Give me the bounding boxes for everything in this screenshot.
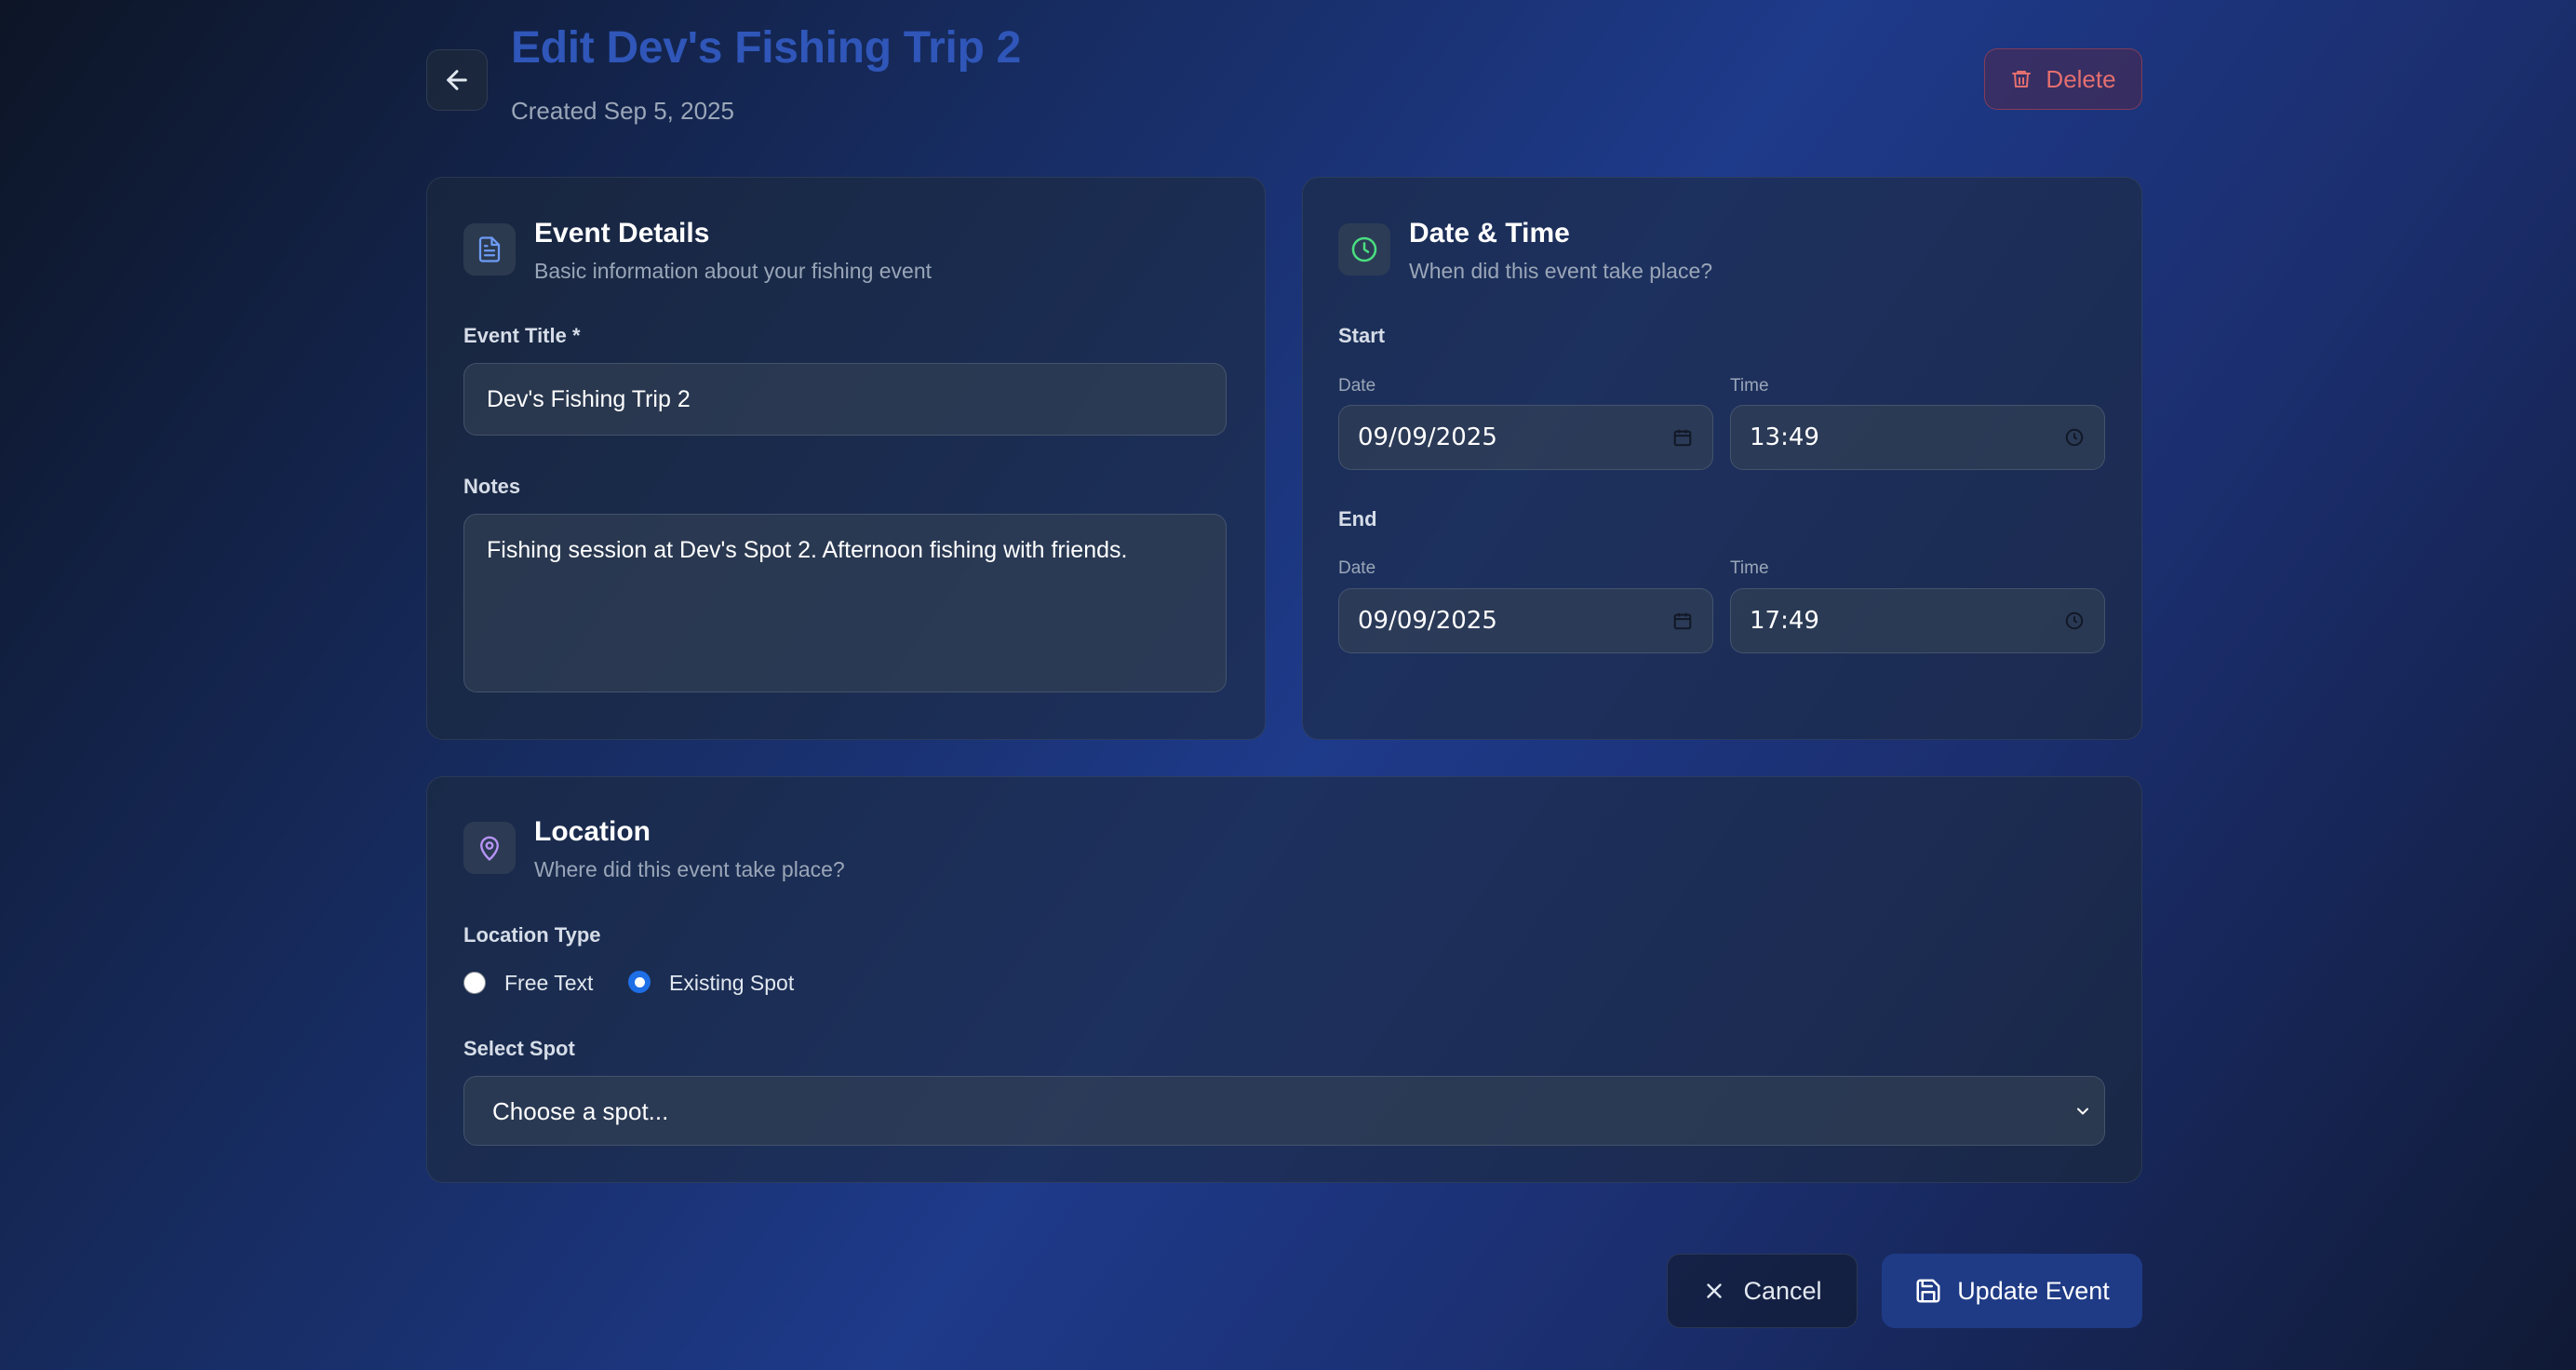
select-spot-value: Choose a spot...	[492, 1097, 669, 1125]
location-icon-box	[463, 822, 516, 874]
event-details-title: Event Details	[534, 218, 710, 248]
created-date: Created Sep 5, 2025	[511, 97, 734, 125]
end-label: End	[1338, 507, 1377, 531]
delete-label: Delete	[2046, 64, 2116, 93]
clock-icon[interactable]	[2063, 426, 2086, 449]
clock-icon[interactable]	[2063, 610, 2086, 632]
event-title-input[interactable]: Dev's Fishing Trip 2	[463, 363, 1227, 436]
notes-textarea[interactable]: Fishing session at Dev's Spot 2. Afterno…	[463, 514, 1227, 692]
radio-free-text[interactable]	[463, 972, 486, 994]
map-pin-icon	[480, 836, 499, 861]
date-time-description: When did this event take place?	[1409, 259, 1713, 283]
end-date-value: 09/09/2025	[1358, 607, 1497, 635]
radio-existing-spot[interactable]	[628, 971, 651, 993]
radio-existing-spot-label[interactable]: Existing Spot	[669, 971, 794, 996]
calendar-icon[interactable]	[1671, 610, 1694, 632]
start-time-input[interactable]: 13:49	[1730, 405, 2105, 470]
radio-free-text-label[interactable]: Free Text	[504, 971, 593, 996]
event-details-description: Basic information about your fishing eve…	[534, 259, 932, 283]
location-description: Where did this event take place?	[534, 857, 845, 881]
start-date-value: 09/09/2025	[1358, 423, 1497, 451]
start-time-label: Time	[1730, 376, 1769, 396]
chevron-down-icon	[2073, 1101, 2093, 1122]
date-time-title: Date & Time	[1409, 218, 1570, 248]
cancel-button[interactable]: Cancel	[1667, 1254, 1858, 1328]
trash-icon	[2012, 71, 2032, 87]
page-title: Edit Dev's Fishing Trip 2	[511, 23, 1022, 73]
event-title-label: Event Title *	[463, 324, 581, 347]
event-title-value: Dev's Fishing Trip 2	[487, 386, 691, 412]
start-time-value: 13:49	[1750, 423, 1819, 451]
update-event-button[interactable]: Update Event	[1882, 1254, 2142, 1328]
notes-label: Notes	[463, 475, 521, 498]
select-spot-label: Select Spot	[463, 1037, 575, 1060]
back-button[interactable]	[426, 49, 488, 111]
select-spot-dropdown[interactable]: Choose a spot...	[463, 1076, 2105, 1146]
x-icon	[1707, 1283, 1723, 1298]
delete-button[interactable]: Delete	[1984, 48, 2142, 110]
save-icon	[1916, 1279, 1940, 1303]
document-icon	[478, 236, 501, 262]
start-label: Start	[1338, 324, 1386, 347]
location-type-label: Location Type	[463, 923, 601, 947]
location-title: Location	[534, 816, 651, 847]
notes-value: Fishing session at Dev's Spot 2. Afterno…	[487, 537, 1128, 563]
start-date-label: Date	[1338, 376, 1376, 396]
start-date-input[interactable]: 09/09/2025	[1338, 405, 1713, 470]
end-date-label: Date	[1338, 558, 1376, 578]
arrow-left-icon	[447, 70, 467, 90]
update-label: Update Event	[1957, 1276, 2110, 1305]
end-time-label: Time	[1730, 558, 1769, 578]
clock-icon	[1351, 236, 1377, 262]
calendar-icon[interactable]	[1671, 426, 1694, 449]
end-time-value: 17:49	[1750, 607, 1819, 635]
cancel-label: Cancel	[1743, 1276, 1822, 1305]
date-time-icon-box	[1338, 223, 1390, 275]
end-time-input[interactable]: 17:49	[1730, 588, 2105, 653]
event-details-icon-box	[463, 223, 516, 275]
end-date-input[interactable]: 09/09/2025	[1338, 588, 1713, 653]
